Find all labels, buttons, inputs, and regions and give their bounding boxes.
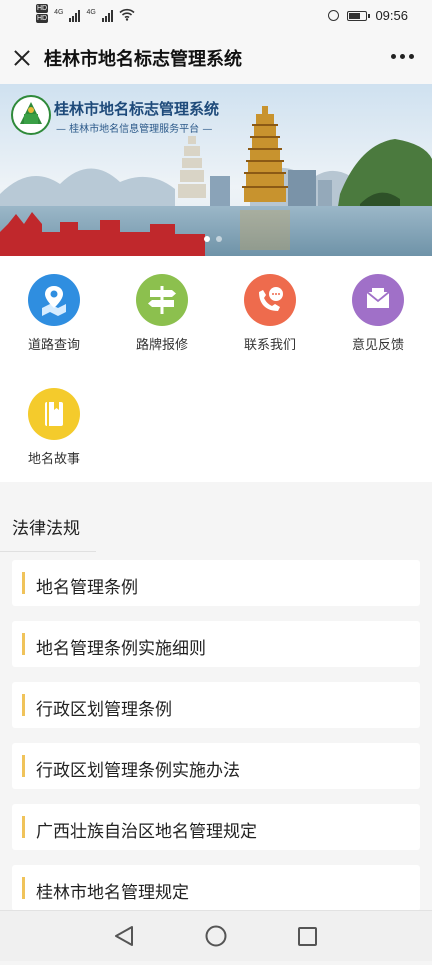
law-item[interactable]: 广西壮族自治区地名管理规定 [12,804,420,850]
law-item-title: 桂林市地名管理规定 [36,883,189,903]
envelope-icon [352,274,404,326]
grid-item-label: 意见反馈 [351,338,404,353]
law-item[interactable]: 桂林市地名管理规定 [12,865,420,911]
banner-carousel[interactable]: 桂林市地名标志管理系统 — 桂林市地名信息管理服务平台 — [0,84,432,256]
grid-item-road-search[interactable]: 道路查询 [0,274,108,353]
signal-icon [69,10,81,22]
law-item-title: 广西壮族自治区地名管理规定 [36,822,257,842]
law-item[interactable]: 行政区划管理条例 [12,682,420,728]
grid-item-contact-us[interactable]: 联系我们 [216,274,324,353]
signal-icon [101,10,113,22]
close-icon[interactable] [12,48,32,68]
grid-item-label: 联系我们 [243,338,296,353]
status-time: 09:56 [375,8,408,23]
home-icon[interactable] [205,925,227,947]
grid-item-label: 路牌报修 [135,338,188,353]
network-type: 4G [86,9,96,16]
section-divider [0,551,96,552]
law-item-title: 地名管理条例实施细则 [36,639,206,659]
book-icon [28,388,80,440]
grid-item-label: 地名故事 [27,452,80,467]
hd-badge: HD [36,14,49,23]
law-item[interactable]: 行政区划管理条例实施办法 [12,743,420,789]
alarm-icon [328,10,340,21]
law-item[interactable]: 地名管理条例 [12,560,420,606]
laws-section: 法律法规 地名管理条例 地名管理条例实施细则 行政区划管理条例 行政区划管理条例… [0,496,432,911]
banner-title: 桂林市地名标志管理系统 [54,100,220,118]
banner-subtitle: — 桂林市地名信息管理服务平台 — [56,124,213,135]
law-item-title: 行政区划管理条例 [36,700,172,720]
law-item[interactable]: 地名管理条例实施细则 [12,621,420,667]
title-bar: 桂林市地名标志管理系统 [0,32,432,84]
law-item-title: 地名管理条例 [36,578,138,598]
law-item-title: 行政区划管理条例实施办法 [36,761,240,781]
grid-item-place-stories[interactable]: 地名故事 [0,388,108,467]
signpost-icon [136,274,188,326]
accent-bar [22,755,25,777]
section-title: 法律法规 [12,519,80,539]
accent-bar [22,694,25,716]
accent-bar [22,877,25,899]
back-icon[interactable] [115,926,133,946]
service-grid: 道路查询 路牌报修 联系我们 意见反馈 地名故事 [0,256,432,482]
page-title: 桂林市地名标志管理系统 [44,49,242,70]
map-pin-icon [28,274,80,326]
battery-icon [347,10,371,21]
network-type: 4G [54,9,64,16]
accent-bar [22,572,25,594]
status-bar: HD HD 4G 4G 09:56 [0,0,432,32]
accent-bar [22,633,25,655]
system-nav-bar [0,910,432,961]
accent-bar [22,816,25,838]
more-menu-icon[interactable] [391,54,414,59]
grid-item-feedback[interactable]: 意见反馈 [324,274,432,353]
carousel-indicator [204,236,222,242]
recents-icon[interactable] [298,927,317,946]
carousel-dot [216,236,222,242]
grid-item-sign-repair[interactable]: 路牌报修 [108,274,216,353]
carousel-dot [204,236,210,242]
wifi-icon [119,8,135,21]
grid-item-label: 道路查询 [27,338,80,353]
hd-badge: HD [36,4,49,13]
phone-chat-icon [244,274,296,326]
